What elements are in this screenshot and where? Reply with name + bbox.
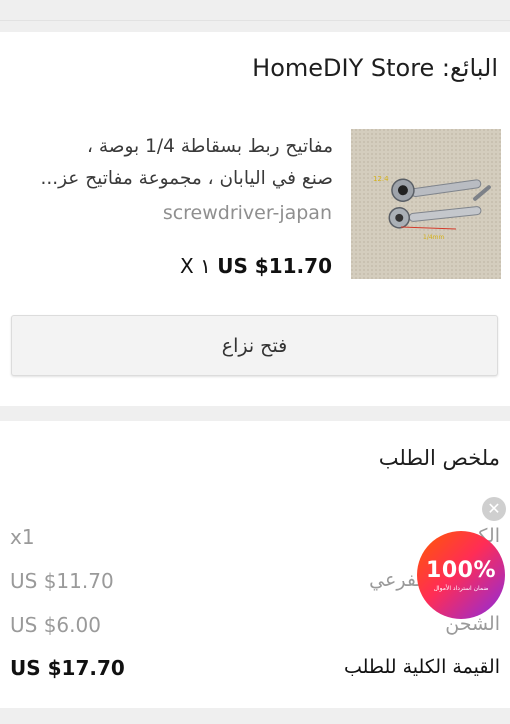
product-title-line-2: صنع في اليابان ، مجموعة مفاتيح عز... <box>40 168 333 189</box>
money-back-guarantee-badge[interactable]: 100% ضمان استرداد الأموال <box>417 531 505 619</box>
product-price-row: X ١ US $11.70 <box>180 254 332 278</box>
product-price: US $11.70 <box>217 254 332 278</box>
seller-name[interactable]: البائع: HomeDIY Store <box>252 54 498 82</box>
summary-value: US $11.70 <box>10 569 114 593</box>
summary-value: x1 <box>10 525 35 549</box>
bottom-separator <box>0 708 510 724</box>
order-summary-title: ملخص الطلب <box>378 446 500 470</box>
total-label: القيمة الكلية للطلب <box>343 656 500 678</box>
badge-subtitle: ضمان استرداد الأموال <box>433 585 489 592</box>
product-image[interactable]: 12.4 1/4mm <box>351 129 501 279</box>
summary-row-total: US $17.70 القيمة الكلية للطلب <box>0 656 510 686</box>
summary-value: US $6.00 <box>10 613 101 637</box>
summary-row-shipping: US $6.00 الشحن <box>0 613 510 643</box>
product-title[interactable]: مفاتيح ربط بسقاطة 1/4 بوصة ، صنع في اليا… <box>13 131 333 195</box>
total-value: US $17.70 <box>10 656 125 680</box>
svg-text:1/4mm: 1/4mm <box>423 234 445 241</box>
ratchet-wrench-image: 12.4 1/4mm <box>351 129 501 279</box>
store-order-card: البائع: HomeDIY Store 12.4 1/4mm مفاتيح … <box>0 32 510 406</box>
open-dispute-button[interactable]: فتح نزاع <box>11 315 498 376</box>
badge-percent: 100% <box>426 558 496 583</box>
product-title-line-1: مفاتيح ربط بسقاطة 1/4 بوصة ، <box>86 136 333 157</box>
top-separator <box>0 0 510 21</box>
svg-text:12.4: 12.4 <box>373 175 389 183</box>
close-icon[interactable]: ✕ <box>482 497 506 521</box>
product-quantity: X ١ <box>180 254 211 278</box>
product-sku: screwdriver-japan <box>162 202 332 224</box>
